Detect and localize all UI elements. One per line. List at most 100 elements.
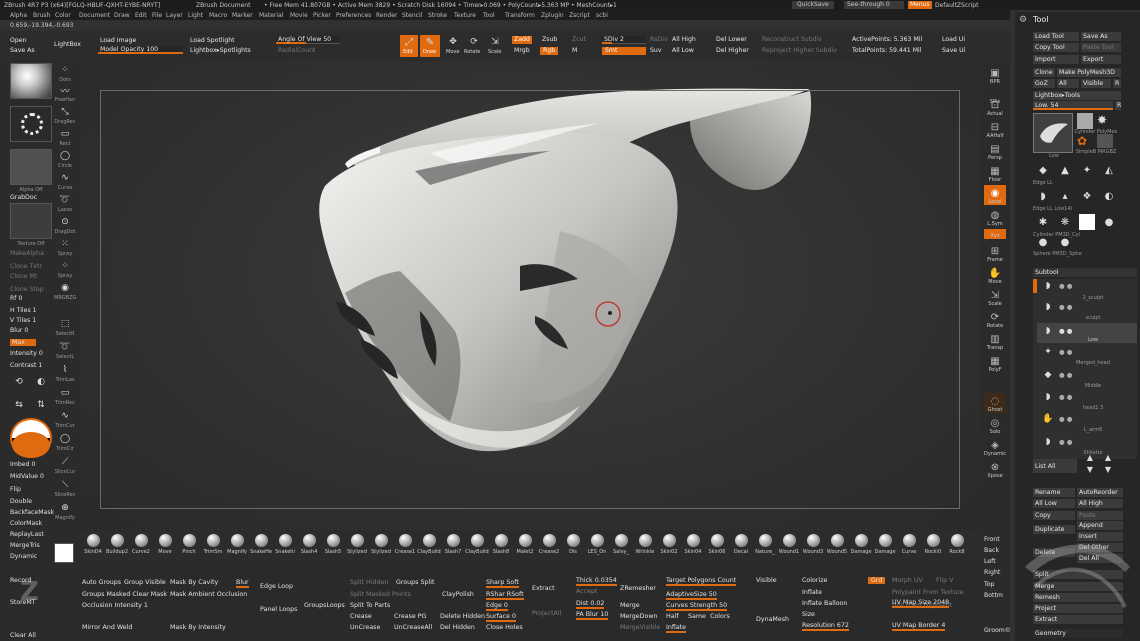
brush-thumbnail[interactable] (10, 63, 52, 99)
split-to-parts-button[interactable]: Split To Parts (350, 602, 390, 609)
mask-ambient-occlusion-button[interactable]: Mask Ambient Occlusion (170, 591, 247, 598)
menu-material[interactable]: Material (259, 12, 283, 19)
mrgbzgrabber-icon[interactable]: ◉ (56, 281, 74, 295)
menus-button[interactable]: Menus (908, 1, 932, 9)
zsub-button[interactable]: Zsub (542, 36, 557, 44)
menu-light[interactable]: Light (188, 12, 203, 19)
uncrease-button[interactable]: UnCrease (350, 624, 380, 631)
xpose-button[interactable]: ⊗ Xpose (984, 459, 1006, 480)
all-button[interactable]: All (1057, 79, 1079, 88)
menu-stencil[interactable]: Stencil (402, 12, 422, 19)
save-ui-button[interactable]: Save Ui (942, 47, 965, 55)
make-alpha-button[interactable]: MakeAlpha (10, 250, 44, 257)
mirror-and-weld-button[interactable]: Mirror And Weld (82, 624, 132, 631)
brush-32[interactable]: Wound5 (826, 534, 848, 560)
default-zscript-button[interactable]: DefaultZScript (935, 2, 978, 9)
brush-10[interactable]: Slash4 (298, 534, 320, 560)
brush-37[interactable]: Rock8 (946, 534, 968, 560)
uv-map-border-slider[interactable]: UV Map Border 4 (892, 622, 946, 631)
brush-18[interactable]: Slash8 (490, 534, 512, 560)
brush-29[interactable]: Nature_ (754, 534, 776, 560)
inflate-slider[interactable]: Inflate (666, 624, 687, 633)
stroke-thumbnail[interactable] (10, 106, 52, 142)
inflate2-button[interactable]: Inflate (802, 589, 822, 596)
lightbox-spotlights-button[interactable]: Lightbox▸Spotlights (190, 47, 251, 55)
tool-thumb-1[interactable]: ◆ (1035, 162, 1051, 178)
visible-button[interactable]: Visible (1081, 79, 1111, 88)
spray-stroke-icon[interactable]: ⁙ (56, 237, 74, 251)
tool-thumb-8[interactable]: ◐ (1101, 188, 1117, 204)
sharp-soft-slider[interactable]: Sharp Soft (486, 579, 519, 588)
accept-button[interactable]: Accept (576, 588, 597, 595)
menu-alpha[interactable]: Alpha (10, 12, 27, 19)
brush-34[interactable]: Damage (874, 534, 896, 560)
trimcurve-icon[interactable]: ∿ (56, 409, 74, 423)
colormask-button[interactable]: ColorMask (10, 520, 42, 527)
split-hidden-button[interactable]: Split Hidden (350, 579, 388, 586)
subtool-header[interactable]: Subtool (1033, 268, 1137, 277)
surface-slider[interactable]: Surface 0 (486, 613, 516, 622)
group-visible-button[interactable]: Group Visible (124, 579, 166, 586)
list-all-button[interactable]: List All (1033, 459, 1077, 473)
mrgb-button[interactable]: Mrgb (514, 47, 530, 55)
flip-v-button[interactable]: Flip V (936, 577, 953, 584)
brush-6[interactable]: TrimSm (202, 534, 224, 560)
brush-9[interactable]: Snakehi (274, 534, 296, 560)
tool-thumb-12[interactable]: ● (1101, 214, 1117, 230)
h-tiles-slider[interactable]: H Tiles 1 (10, 307, 37, 314)
smt-button[interactable]: Smt (602, 47, 646, 55)
brush-4[interactable]: Move (154, 534, 176, 560)
zcut-button[interactable]: Zcut (572, 36, 586, 44)
invert-alpha-icon[interactable]: ◐ (32, 374, 50, 390)
frame-button[interactable]: ⊞ Frame (984, 243, 1006, 264)
ghost-button[interactable]: ◌ Ghost (984, 393, 1006, 413)
uv-map-size-slider[interactable]: UV Map Size 2048 (892, 599, 950, 608)
all-high-button[interactable]: All High (1077, 499, 1123, 508)
menu-zplugin[interactable]: Zplugin (541, 12, 564, 19)
mask-by-cavity-button[interactable]: Mask By Cavity (170, 579, 218, 586)
paste-tool-button[interactable]: Paste Tool (1081, 43, 1121, 52)
move-view-button[interactable]: ✋ Move (984, 265, 1006, 286)
back-view-button[interactable]: Back (984, 547, 999, 554)
see-through-slider[interactable]: See-through 0 (844, 1, 904, 9)
brush-15[interactable]: ClayBuild (417, 534, 441, 560)
tool-thumb-5[interactable]: ◗ (1035, 188, 1051, 204)
brush-2[interactable]: Buildup2 (106, 534, 128, 560)
reconstruct-subdiv-button[interactable]: Reconstruct Subdiv (762, 36, 822, 44)
simplebrush-thumb[interactable]: ✿ (1077, 134, 1093, 148)
delete-hidden-button[interactable]: Delete Hidden (440, 613, 485, 620)
grd-button[interactable]: Grd (868, 577, 886, 584)
arrow-up2-icon[interactable]: ▲ (1101, 452, 1115, 462)
all-low-button[interactable]: All Low (1033, 499, 1075, 508)
midvalue-slider[interactable]: MidValue 0 (10, 473, 44, 480)
local-button[interactable]: ◉ Local (984, 185, 1006, 205)
tool-thumb-2[interactable]: ▲ (1057, 162, 1073, 178)
alpha-thumbnail[interactable] (10, 149, 52, 185)
menu-picker[interactable]: Picker (313, 12, 331, 19)
edit-mode-button[interactable]: ⤢ Edit (400, 35, 418, 57)
brush-14[interactable]: Crease1 (394, 534, 416, 560)
merge-bottom-button[interactable]: Merge (620, 602, 640, 609)
menu-marker[interactable]: Marker (232, 12, 253, 19)
arrow-up-icon[interactable]: ▲ (1083, 452, 1097, 462)
make-polymesh-button[interactable]: Make PolyMesh3D (1057, 68, 1121, 77)
brush-11[interactable]: Slash5 (322, 534, 344, 560)
occlusion-intensity-slider[interactable]: Occlusion Intensity 1 (82, 602, 148, 609)
rotate-mode-button[interactable]: ⟳ Rotate (464, 35, 484, 57)
brush-17[interactable]: ClayBuild (465, 534, 489, 560)
current-tool-thumbnail[interactable] (1033, 113, 1073, 153)
blur-cavity-slider[interactable]: Blur (236, 579, 249, 588)
model-opacity-slider[interactable]: Model Opacity 100 (98, 46, 183, 54)
brush-23[interactable]: Salvy_ (610, 534, 632, 560)
tool-thumb-6[interactable]: ▴ (1057, 188, 1073, 204)
panel-loops-button[interactable]: Panel Loops (260, 606, 297, 613)
groups-loops-button[interactable]: GroupsLoops (304, 602, 345, 609)
mergedown-button[interactable]: MergeDown (620, 613, 658, 620)
brush-26[interactable]: Skin04 (682, 534, 704, 560)
size-slider[interactable]: Size (802, 611, 815, 618)
mask-by-intensity-button[interactable]: Mask By Intensity (170, 624, 226, 631)
clone-mt-button[interactable]: Clone Mt (10, 273, 37, 280)
tool-thumb-13[interactable]: ● (1035, 236, 1051, 248)
rf-slider[interactable]: Rf 0 (10, 295, 22, 302)
brush-7[interactable]: Magnify (226, 534, 248, 560)
